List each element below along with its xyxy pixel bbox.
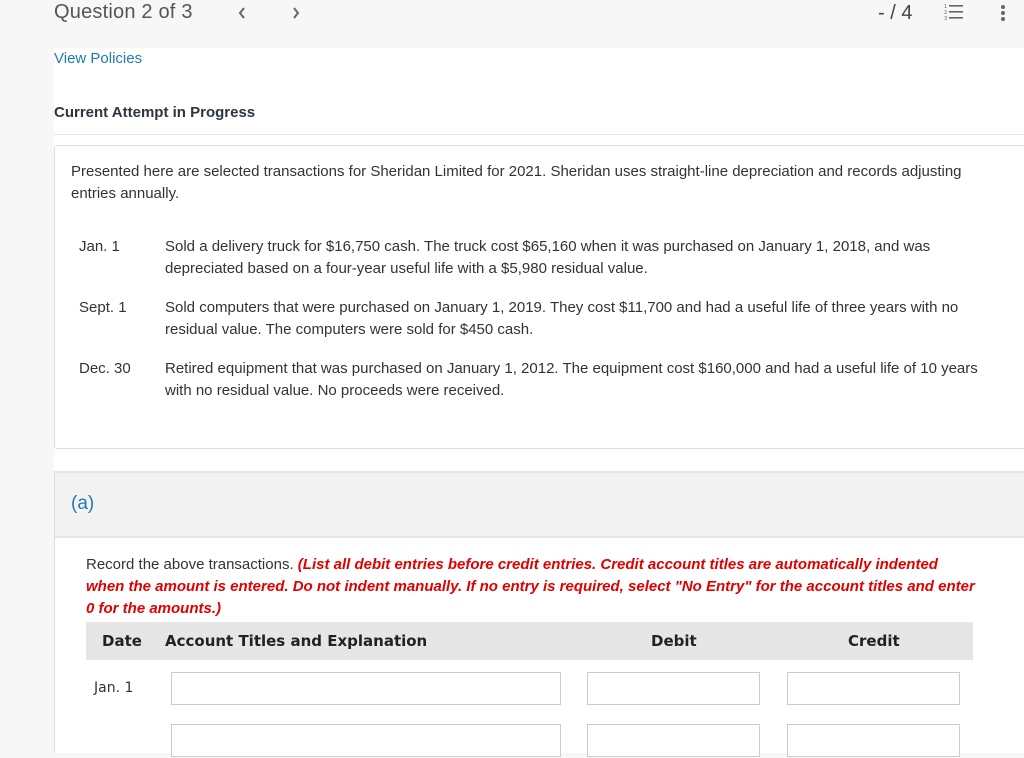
transaction-text: Sold computers that were purchased on Ja… — [165, 299, 959, 338]
svg-text:3: 3 — [944, 16, 947, 21]
credit-input[interactable] — [787, 724, 960, 757]
instruction-text: Record the above transactions. — [86, 556, 298, 573]
question-score: - / 4 — [878, 2, 913, 24]
journal-row: Jan. 1 — [86, 672, 973, 706]
chevron-left-icon — [238, 7, 245, 19]
question-list-button[interactable]: 1 2 3 — [944, 3, 968, 22]
question-title: Question 2 of 3 — [54, 1, 193, 23]
part-label: (a) — [71, 493, 95, 514]
question-content: View Policies Current Attempt in Progres… — [54, 48, 1024, 757]
column-header-debit: Debit — [651, 632, 697, 650]
journal-table-header: Date Account Titles and Explanation Debi… — [86, 622, 973, 660]
part-a-body: Record the above transactions. (List all… — [54, 538, 1024, 757]
more-options-button[interactable] — [998, 3, 1008, 23]
previous-question-button[interactable] — [232, 2, 252, 24]
column-header-date: Date — [102, 632, 142, 650]
part-instructions: Record the above transactions. (List all… — [86, 554, 976, 620]
debit-input[interactable] — [587, 724, 760, 757]
credit-input[interactable] — [787, 672, 960, 705]
part-a-header: (a) — [54, 471, 1024, 538]
account-title-input[interactable] — [171, 672, 561, 705]
debit-input[interactable] — [587, 672, 760, 705]
transaction-text: Sold a delivery truck for $16,750 cash. … — [165, 238, 931, 277]
account-title-input[interactable] — [171, 724, 561, 757]
numbered-list-icon: 1 2 3 — [944, 4, 963, 22]
transaction-date: Dec. 30 — [79, 360, 131, 377]
problem-intro: Presented here are selected transactions… — [71, 163, 962, 202]
chevron-right-icon — [293, 7, 300, 19]
row-date: Jan. 1 — [94, 680, 134, 696]
column-header-account: Account Titles and Explanation — [165, 632, 428, 650]
question-header: Question 2 of 3 - / 4 1 2 3 — [0, 0, 1024, 48]
divider — [54, 134, 1024, 135]
more-vertical-icon — [1001, 5, 1005, 21]
transaction-text: Retired equipment that was purchased on … — [165, 360, 978, 399]
transaction-date: Sept. 1 — [79, 299, 127, 316]
attempt-status: Current Attempt in Progress — [54, 104, 256, 121]
column-header-credit: Credit — [848, 632, 900, 650]
next-question-button[interactable] — [286, 2, 306, 24]
problem-statement: Presented here are selected transactions… — [54, 145, 1024, 449]
transaction-date: Jan. 1 — [79, 238, 120, 255]
view-policies-link[interactable]: View Policies — [54, 50, 142, 67]
